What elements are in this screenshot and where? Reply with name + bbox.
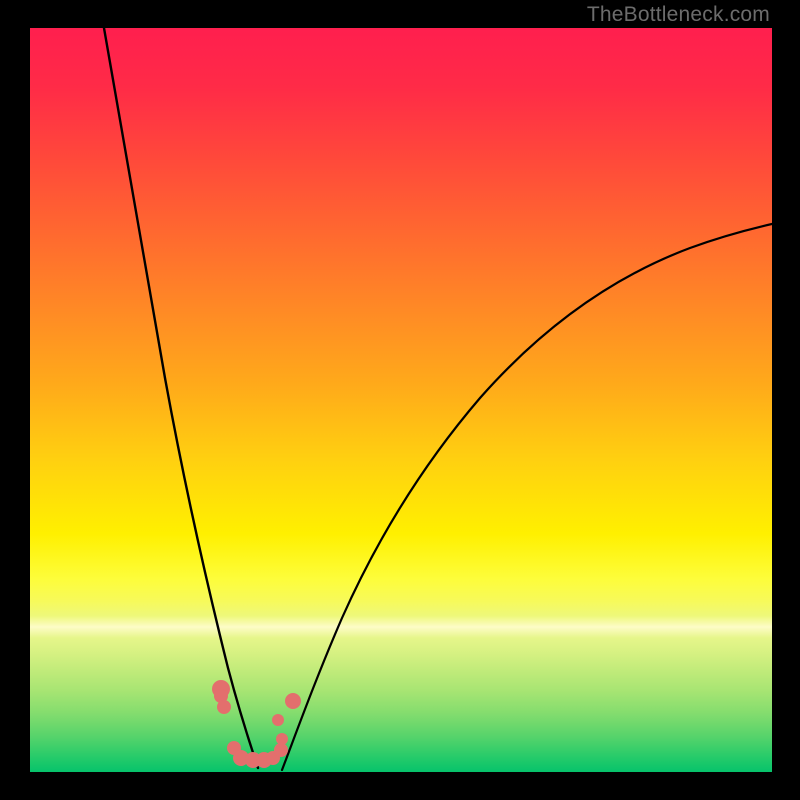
marker-dot: [285, 693, 301, 709]
outer-black-frame: TheBottleneck.com: [0, 0, 800, 800]
left-curve-path: [104, 28, 258, 768]
marker-dot: [217, 700, 231, 714]
right-curve-path: [282, 224, 772, 770]
plot-area: [30, 28, 772, 772]
curve-overlay: [30, 28, 772, 772]
marker-dot: [276, 733, 288, 745]
marker-dot: [274, 743, 288, 757]
marker-dot: [272, 714, 284, 726]
watermark-text: TheBottleneck.com: [587, 3, 770, 27]
